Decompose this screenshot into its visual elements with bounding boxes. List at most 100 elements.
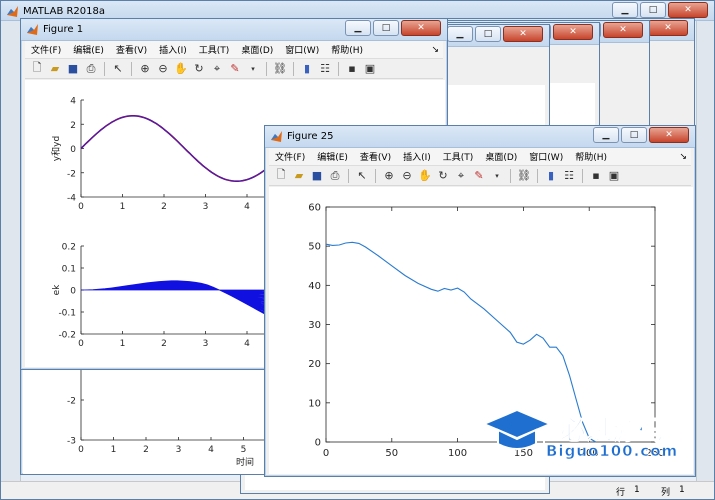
plot-area [325,206,656,443]
brush-dropdown-icon[interactable]: ▾ [245,61,261,77]
top-plot-y-tick-label: 0 [70,145,76,155]
pan-hand-icon[interactable]: ✋ [417,168,433,184]
y-tick-label: 0 [315,438,321,449]
matlab-left-panel [1,21,21,481]
menu-insert[interactable]: 插入(I) [153,43,193,56]
menu-file[interactable]: 文件(F) [269,150,311,163]
back-xlabel: 时间 [236,456,254,468]
bottom-plot-y-tick-label: 0.2 [62,243,76,253]
zoom-in-icon[interactable]: ⊕ [137,61,153,77]
menu-window[interactable]: 窗口(W) [523,150,569,163]
new-file-icon[interactable]: 🗋 [29,61,45,77]
close-button[interactable]: ✕ [401,20,441,36]
menu-file[interactable]: 文件(F) [25,43,67,56]
back-x-tick-label: 1 [111,445,117,455]
brush-icon[interactable]: ✎ [471,168,487,184]
menu-desktop[interactable]: 桌面(D) [479,150,523,163]
close-button[interactable]: ✕ [668,2,708,18]
figure25-toolbar: 🗋 ▰ ■ ⎙ ↖ ⊕ ⊖ ✋ ↻ ⌖ ✎ ▾ ⛓ ▮ ☷ ▪ ▣ [269,166,691,186]
back-x-tick-label: 3 [176,445,182,455]
zoom-out-icon[interactable]: ⊖ [399,168,415,184]
bottom-plot-x-tick-label: 2 [161,339,167,349]
maximize-button[interactable]: □ [475,26,501,42]
figure1-toolbar: 🗋 ▰ ■ ⎙ ↖ ⊕ ⊖ ✋ ↻ ⌖ ✎ ▾ ⛓ ▮ ☷ ▪ ▣ [25,59,443,79]
close-button[interactable]: ✕ [553,24,593,40]
dock-tools-icon[interactable]: ▣ [362,61,378,77]
open-folder-icon[interactable]: ▰ [47,61,63,77]
close-button[interactable]: ✕ [503,26,543,42]
legend-icon[interactable]: ☷ [317,61,333,77]
data-cursor-icon[interactable]: ⌖ [209,61,225,77]
menu-view[interactable]: 查看(V) [110,43,153,56]
matlab-window-buttons: ▁ □ ✕ [612,2,708,18]
colorbar-icon[interactable]: ▮ [299,61,315,77]
new-file-icon[interactable]: 🗋 [273,168,289,184]
bottom-plot-y-tick-label: 0.1 [62,265,76,275]
x-tick-label: 50 [385,448,398,459]
dock-arrow-icon[interactable]: ↘ [425,45,443,55]
menu-desktop[interactable]: 桌面(D) [235,43,279,56]
matlab-logo-icon [271,131,282,142]
top-plot-y-tick-label: 4 [70,97,76,107]
figure1-menubar: 文件(F) 编辑(E) 查看(V) 插入(I) 工具(T) 桌面(D) 窗口(W… [25,41,443,59]
menu-insert[interactable]: 插入(I) [397,150,437,163]
menu-tools[interactable]: 工具(T) [193,43,236,56]
close-button[interactable]: ✕ [603,22,643,38]
back-x-tick-label: 0 [78,445,84,455]
rotate-icon[interactable]: ↻ [435,168,451,184]
save-icon[interactable]: ■ [65,61,81,77]
minimize-button[interactable]: ▁ [447,26,473,42]
figure25-title: Figure 25 [287,131,334,142]
pan-hand-icon[interactable]: ✋ [173,61,189,77]
minimize-button[interactable]: ▁ [612,2,638,18]
menu-tools[interactable]: 工具(T) [437,150,480,163]
x-tick-label: 0 [323,448,329,459]
dock-arrow-icon[interactable]: ↘ [673,152,691,162]
minimize-button[interactable]: ▁ [345,20,371,36]
pointer-icon[interactable]: ↖ [354,168,370,184]
rotate-icon[interactable]: ↻ [191,61,207,77]
link-icon[interactable]: ⛓ [516,168,532,184]
top-plot-x-tick-label: 4 [244,202,250,212]
legend-icon[interactable]: ☷ [561,168,577,184]
menu-help[interactable]: 帮助(H) [569,150,613,163]
colorbar-icon[interactable]: ▮ [543,168,559,184]
hide-tools-icon[interactable]: ▪ [344,61,360,77]
minimize-button[interactable]: ▁ [593,127,619,143]
pointer-icon[interactable]: ↖ [110,61,126,77]
save-icon[interactable]: ■ [309,168,325,184]
bottom-plot-x-tick-label: 1 [120,339,126,349]
y-tick-label: 30 [308,320,321,331]
top-plot-y-tick-label: 2 [70,121,76,131]
bottom-plot-x-tick-label: 0 [78,339,84,349]
back-x-tick-label: 2 [143,445,149,455]
menu-edit[interactable]: 编辑(E) [311,150,354,163]
menu-window[interactable]: 窗口(W) [279,43,325,56]
dock-tools-icon[interactable]: ▣ [606,168,622,184]
figure-back-window[interactable]: -2-30123456时间 [20,355,279,475]
menu-view[interactable]: 查看(V) [354,150,397,163]
brush-dropdown-icon[interactable]: ▾ [489,168,505,184]
maximize-button[interactable]: □ [640,2,666,18]
link-icon[interactable]: ⛓ [272,61,288,77]
brush-icon[interactable]: ✎ [227,61,243,77]
zoom-in-icon[interactable]: ⊕ [381,168,397,184]
bottom-plot-x-tick-label: 4 [244,339,250,349]
menu-help[interactable]: 帮助(H) [325,43,369,56]
back-x-tick-label: 4 [208,445,214,455]
back-figure-canvas: -2-30123456时间 [23,356,279,474]
row-label: 行 [616,488,626,498]
data-cursor-icon[interactable]: ⌖ [453,168,469,184]
print-icon[interactable]: ⎙ [327,168,343,184]
print-icon[interactable]: ⎙ [83,61,99,77]
close-button[interactable]: ✕ [649,127,689,143]
zoom-out-icon[interactable]: ⊖ [155,61,171,77]
hide-tools-icon[interactable]: ▪ [588,168,604,184]
bottom-plot-y-tick-label: -0.2 [58,331,76,341]
close-button[interactable]: ✕ [648,20,688,36]
maximize-button[interactable]: □ [621,127,647,143]
maximize-button[interactable]: □ [373,20,399,36]
figure1-titlebar: Figure 1 ▁ □ ✕ [21,19,447,41]
open-folder-icon[interactable]: ▰ [291,168,307,184]
menu-edit[interactable]: 编辑(E) [67,43,110,56]
